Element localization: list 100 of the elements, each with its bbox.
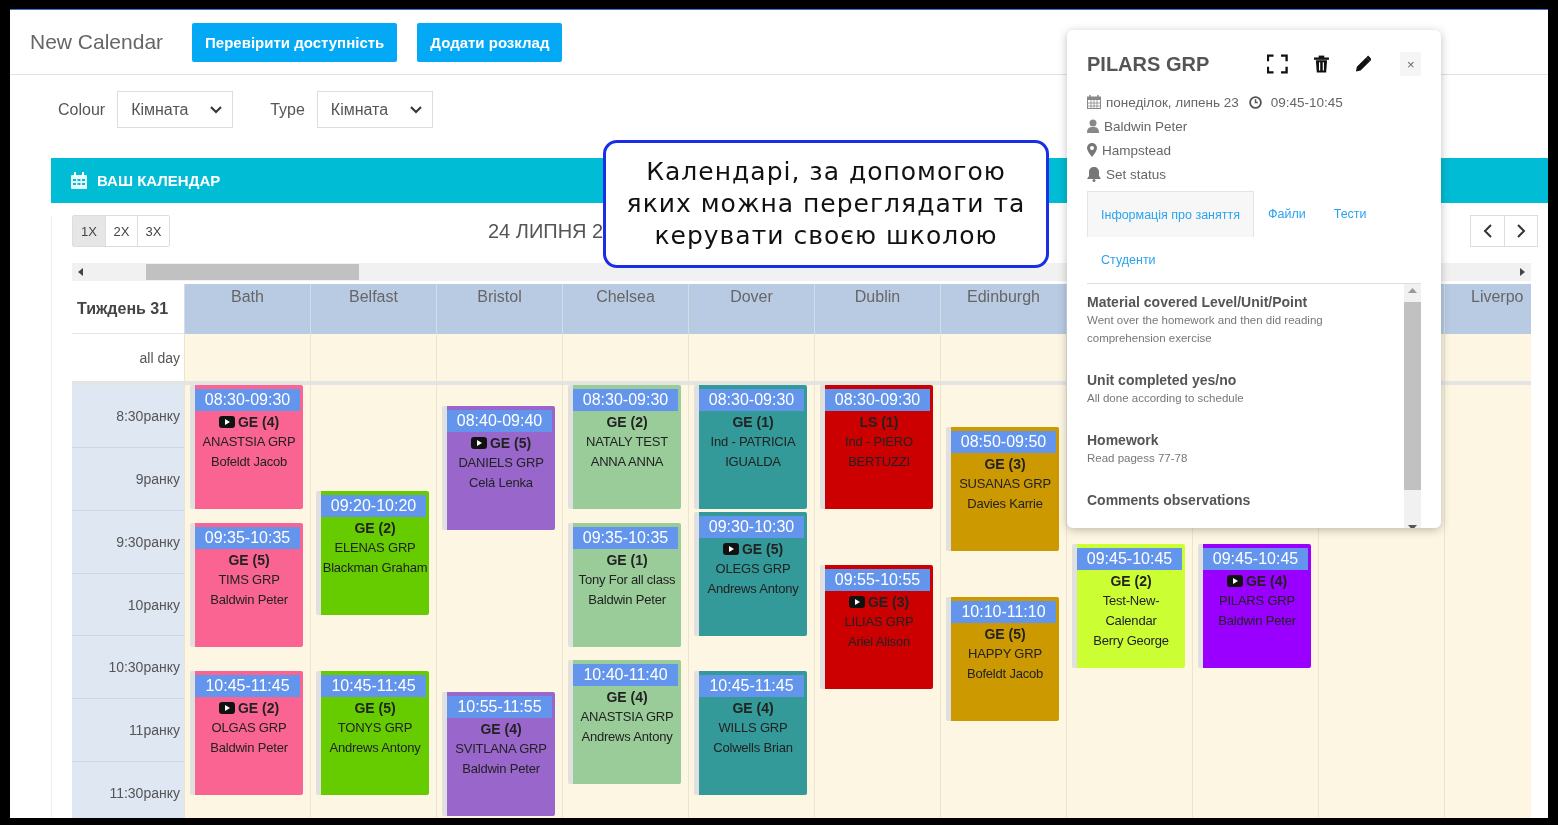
event-time: 08:40-09:40 — [447, 410, 552, 433]
event-time: 10:10-11:10 — [951, 600, 1056, 623]
event-time: 08:30-09:30 — [699, 389, 804, 411]
location-name: Hampstead — [1102, 142, 1172, 158]
popover-title: PILARS GRP — [1087, 52, 1211, 76]
event-subject: GE (4) — [731, 698, 775, 718]
event-card[interactable]: 09:20-10:20 GE (2) ELENAS GRP Blackman Graham — [316, 490, 429, 615]
event-group: DANIELS GRP — [447, 453, 555, 474]
room-column-header: Edinburgh — [940, 284, 1066, 334]
event-subject: GE (1) — [731, 413, 775, 432]
filter-label: Colour — [58, 100, 106, 119]
event-card[interactable]: 08:30-09:30 GE (2) NATALY TEST ANNA ANNA — [568, 385, 681, 509]
video-icon — [470, 437, 487, 450]
filter-select[interactable]: Кімната — [316, 91, 433, 128]
video-icon — [848, 595, 865, 608]
event-group: WILLS GRP — [699, 717, 807, 738]
event-subject: GE (2) — [605, 413, 649, 432]
event-teacher: Colwells Brian — [712, 738, 794, 757]
map-pin-icon — [1087, 143, 1097, 157]
event-time: 09:55-10:55 — [825, 568, 930, 591]
zoom-button[interactable]: 1X — [73, 216, 105, 246]
trash-icon[interactable] — [1313, 55, 1329, 73]
calendar-icon — [70, 171, 88, 190]
event-group: NATALY TEST — [573, 432, 681, 452]
event-card[interactable]: 09:35-10:35 GE (5) TIMS GRP Baldwin Peter — [190, 522, 303, 647]
filter-label: Type — [270, 100, 305, 119]
event-card[interactable]: 10:10-11:10 GE (5) HAPPY GRP Bofeldt Jacob — [946, 596, 1059, 721]
event-time: 10:45-11:45 — [321, 674, 426, 697]
event-teacher: Berry George — [1092, 631, 1170, 650]
user-icon — [1087, 119, 1099, 133]
event-time: 08:50-09:50 — [951, 431, 1056, 454]
event-teacher: Baldwin Peter — [209, 738, 289, 757]
event-teacher: Blackman Graham — [321, 558, 429, 577]
event-teacher: Bofeldt Jacob — [209, 453, 289, 471]
event-subject: GE (4) — [195, 412, 303, 432]
field-value: Went over the homework and then did reading comprehension exercise — [1087, 313, 1324, 346]
vertical-scrollbar[interactable] — [1404, 284, 1421, 528]
room-column-header: Dover — [688, 284, 814, 334]
event-card[interactable]: 08:40-09:40 GE (5) DANIELS GRP Celá Lenka — [442, 406, 555, 531]
popover-tab[interactable]: Файли — [1254, 191, 1320, 237]
event-group: Ind - PATRICIA IGUALDA — [699, 432, 807, 472]
event-teacher: Baldwin Peter — [209, 590, 289, 609]
event-time: 10:45-11:45 — [195, 674, 300, 697]
event-time: 09:35-10:35 — [195, 526, 300, 549]
event-time: 08:30-09:30 — [825, 389, 930, 411]
event-group: ANASTSIA GRP — [573, 707, 681, 728]
event-teacher: Ariel Alison — [847, 632, 911, 651]
event-card[interactable]: 09:30-10:30 GE (5) OLEGS GRP Andrews Antony — [694, 512, 807, 636]
video-icon — [218, 416, 235, 428]
calendar-title: ВАШ КАЛЕНДАР — [97, 172, 221, 189]
bell-icon — [1087, 166, 1101, 182]
field-value: All done according to schedule — [1087, 391, 1245, 406]
event-subject: GE (5) — [227, 550, 271, 570]
filter-select[interactable]: Кімната — [117, 91, 234, 128]
event-teacher: Baldwin Peter — [461, 759, 541, 778]
event-subject: GE (2) — [195, 697, 303, 718]
event-group: OLGAS GRP — [195, 717, 303, 738]
event-card[interactable]: 10:40-11:40 GE (4) ANASTSIA GRP Andrews Antony — [568, 660, 681, 785]
pencil-icon[interactable] — [1354, 55, 1372, 73]
event-card[interactable]: 10:55-11:55 GE (4) SVITLANA GRP Baldwin Peter — [442, 691, 555, 816]
room-column-header: Liverpo — [1444, 284, 1531, 334]
room-column-header: Bristol — [436, 284, 562, 334]
event-card[interactable]: 09:35-10:35 GE (1) Tony For all class Baldwin Peter — [568, 522, 681, 647]
event-card[interactable]: 08:30-09:30 LS (1) Ind - PIERO BERTUZZI — [820, 385, 933, 509]
event-card[interactable]: 08:30-09:30 GE (1) Ind - PATRICIA IGUALDA — [694, 385, 807, 509]
event-time: 09:35-10:35 — [573, 526, 678, 549]
event-teacher: Baldwin Peter — [587, 590, 667, 609]
event-card[interactable]: 09:45-10:45 GE (4) PILARS GRP Baldwin Peter — [1198, 543, 1311, 668]
event-card[interactable]: 10:45-11:45 GE (2) OLGAS GRP Baldwin Peter — [190, 670, 303, 795]
event-group: TIMS GRP — [195, 569, 303, 590]
event-subject: GE (4) — [479, 719, 523, 739]
event-group: Tony For all class — [573, 569, 681, 590]
event-group: PILARS GRP — [1203, 590, 1311, 611]
event-card[interactable]: 09:45-10:45 GE (2) Test-New-Calendar Berry George — [1072, 543, 1185, 668]
event-group: HAPPY GRP — [951, 643, 1059, 664]
event-teacher: ANNA ANNA — [589, 453, 665, 471]
event-subject: GE (5) — [353, 698, 397, 718]
event-time: 09:45-10:45 — [1203, 547, 1308, 570]
zoom-button[interactable]: 3X — [137, 216, 169, 246]
close-button[interactable]: × — [1400, 52, 1421, 76]
field-label: Comments observations — [1087, 491, 1252, 509]
room-column-header: Bath — [184, 284, 310, 334]
field-value: Read pagess 77-78 — [1087, 451, 1189, 466]
event-card[interactable]: 10:45-11:45 GE (5) TONYS GRP Andrews Antony — [316, 670, 429, 795]
event-teacher: Andrews Antony — [706, 580, 800, 598]
event-time: 09:30-10:30 — [699, 516, 804, 538]
event-card[interactable]: 10:45-11:45 GE (4) WILLS GRP Colwells Brian — [694, 670, 807, 795]
event-time-range: 09:45-10:45 — [1270, 94, 1343, 110]
event-card[interactable]: 08:50-09:50 GE (3) SUSANAS GRP Davies Karrie — [946, 427, 1059, 552]
teacher-name: Baldwin Peter — [1104, 118, 1188, 134]
event-subject: GE (1) — [605, 550, 649, 570]
event-teacher: Baldwin Peter — [1217, 611, 1297, 630]
room-column-header: Dublin — [814, 284, 940, 334]
event-subject: GE (2) — [353, 518, 397, 538]
expand-icon[interactable] — [1267, 54, 1288, 74]
calendar-icon — [1087, 95, 1101, 109]
event-card[interactable]: 09:55-10:55 GE (3) LILIAS GRP Ariel Alison — [820, 564, 933, 689]
event-card[interactable]: 08:30-09:30 GE (4) ANASTSIA GRP Bofeldt Jacob — [190, 385, 303, 509]
status-link[interactable]: Set status — [1106, 166, 1167, 182]
event-group: SUSANAS GRP — [951, 474, 1059, 495]
